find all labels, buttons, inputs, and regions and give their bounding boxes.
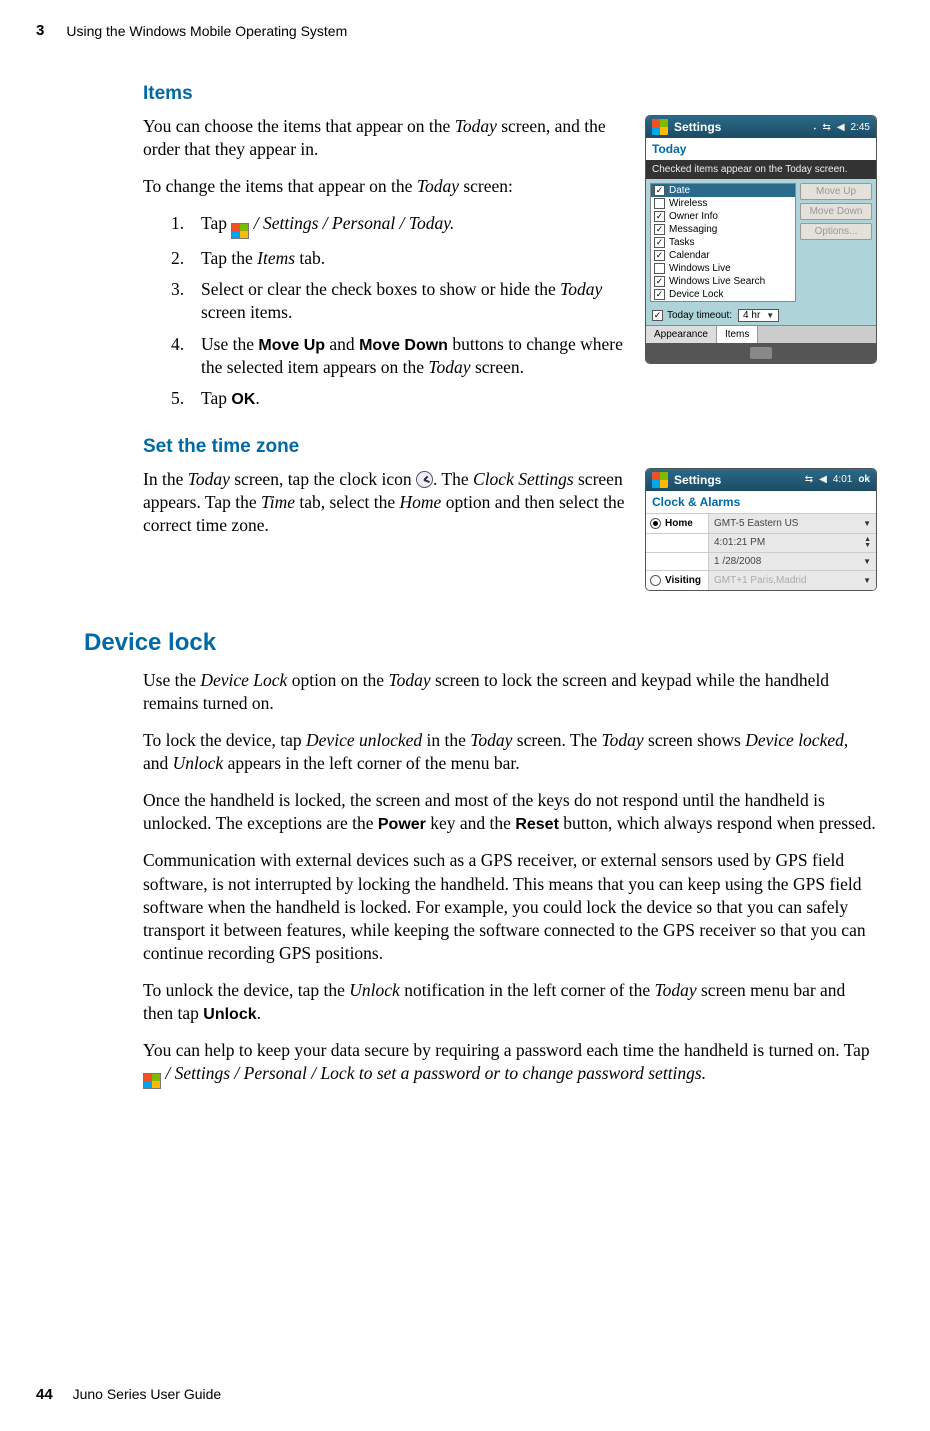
visiting-radio[interactable] <box>650 575 661 586</box>
time-select[interactable]: 4:01:21 PM▲▼ <box>708 534 876 552</box>
wm-title-text: Settings <box>674 473 721 487</box>
sync-icon: ⇆ <box>805 474 813 485</box>
device-lock-p6: You can help to keep your data secure by… <box>143 1039 877 1089</box>
windows-flag-icon <box>652 472 668 488</box>
items-heading: Items <box>143 83 877 105</box>
volume-icon: ◀ <box>819 474 827 485</box>
device-lock-p2: To lock the device, tap Device unlocked … <box>143 729 877 775</box>
device-lock-heading: Device lock <box>84 629 877 657</box>
list-item: Wireless <box>651 197 795 210</box>
time-zone-heading: Set the time zone <box>143 436 877 458</box>
wm-hint: Checked items appear on the Today screen… <box>646 160 876 179</box>
device-lock-p5: To unlock the device, tap the Unlock not… <box>143 979 877 1025</box>
page-header: 3 Using the Windows Mobile Operating Sys… <box>36 22 877 39</box>
visiting-label: Visiting <box>665 575 701 586</box>
chevron-down-icon: ▼ <box>863 557 871 566</box>
device-lock-p4: Communication with external devices such… <box>143 849 877 964</box>
wm-subtitle: Today <box>646 138 876 160</box>
start-icon <box>143 1073 161 1089</box>
device-lock-p3: Once the handheld is locked, the screen … <box>143 789 877 835</box>
date-select[interactable]: 1 /28/2008▼ <box>708 553 876 570</box>
signal-icon: 𝆺 <box>813 122 816 133</box>
chapter-title: Using the Windows Mobile Operating Syste… <box>66 23 347 39</box>
wm-titlebar: Settings ⇆ ◀ 4:01 ok <box>646 469 876 491</box>
timezone-select[interactable]: GMT-5 Eastern US▼ <box>708 514 876 533</box>
windows-flag-icon <box>652 119 668 135</box>
wm-title-text: Settings <box>674 120 721 134</box>
clock-icon <box>416 471 433 488</box>
start-icon <box>231 223 249 239</box>
home-label: Home <box>665 518 693 529</box>
page-footer: 44 Juno Series User Guide <box>36 1386 221 1403</box>
spinner-icon: ▲▼ <box>864 537 871 549</box>
ok-button[interactable]: ok <box>858 474 870 485</box>
sync-icon: ⇆ <box>822 122 830 133</box>
chapter-number: 3 <box>36 22 44 39</box>
wm-time: 4:01 <box>833 474 852 485</box>
move-up-button[interactable]: Move Up <box>800 183 872 200</box>
clock-settings-screenshot: Settings ⇆ ◀ 4:01 ok Clock & Alarms Home… <box>645 468 877 591</box>
visiting-timezone[interactable]: GMT+1 Paris,Madrid▼ <box>708 571 876 590</box>
chevron-down-icon: ▼ <box>863 519 871 528</box>
wm-titlebar: Settings 𝆺 ⇆ ◀ 2:45 <box>646 116 876 138</box>
wm-time: 2:45 <box>851 122 870 133</box>
list-item: ✓Date <box>651 184 795 197</box>
home-radio[interactable] <box>650 518 661 529</box>
chevron-down-icon: ▼ <box>863 576 871 585</box>
device-lock-p1: Use the Device Lock option on the Today … <box>143 669 877 715</box>
today-settings-screenshot: Settings 𝆺 ⇆ ◀ 2:45 Today Checked items … <box>645 115 877 364</box>
wm-subtitle: Clock & Alarms <box>646 491 876 513</box>
page-number: 44 <box>36 1386 53 1403</box>
book-title: Juno Series User Guide <box>73 1386 222 1402</box>
volume-icon: ◀ <box>837 122 845 133</box>
